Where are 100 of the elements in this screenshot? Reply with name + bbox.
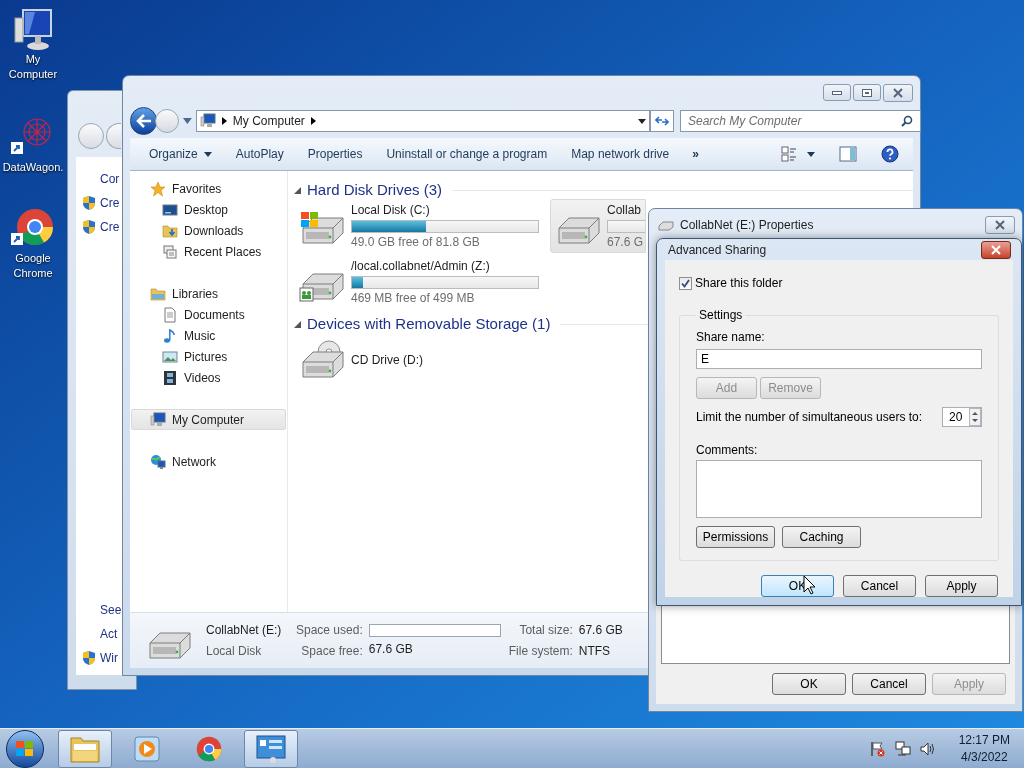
- navigation-item[interactable]: Videos: [131, 367, 286, 388]
- folder-icon: [150, 285, 166, 302]
- drive-tile[interactable]: Collab 67.6 G: [550, 199, 646, 253]
- refresh-icon: [655, 115, 670, 127]
- chevron-icon: [310, 117, 316, 125]
- drive-tile[interactable]: Local Disk (C:) 49.0 GB free of 81.8 GB: [294, 199, 544, 253]
- start-button[interactable]: [6, 729, 44, 768]
- globe-computer-icon: [150, 453, 166, 470]
- left-arrow-icon: [135, 114, 152, 128]
- navigation-item[interactable]: Downloads: [131, 220, 286, 241]
- close-button[interactable]: [985, 216, 1015, 234]
- address-bar[interactable]: My Computer: [195, 110, 651, 132]
- toolbar-button[interactable]: »: [686, 142, 705, 166]
- navigation-item[interactable]: Recent Places: [131, 241, 286, 262]
- chevron-icon: [221, 117, 227, 125]
- toolbar-button[interactable]: Map network drive: [564, 142, 677, 166]
- close-button[interactable]: [883, 84, 913, 102]
- preview-pane-icon: [839, 146, 857, 162]
- navigation-item[interactable]: My Computer: [131, 409, 286, 430]
- maximize-button[interactable]: [853, 84, 881, 101]
- toolbar-button[interactable]: Organize: [142, 142, 219, 166]
- desktop-icon-label[interactable]: DataWagon.: [2, 160, 64, 175]
- download-folder-icon: [162, 222, 178, 239]
- spinner-field[interactable]: 20: [942, 407, 982, 427]
- field-label: Share name:: [696, 329, 766, 346]
- shield-icon: [81, 219, 97, 235]
- breadcrumb[interactable]: My Computer: [232, 112, 305, 130]
- task-link[interactable]: Wir: [100, 649, 118, 667]
- computer-icon: [150, 411, 166, 428]
- window-stack-icon: [162, 243, 178, 260]
- caret-icon: [183, 118, 192, 124]
- navigation-item[interactable]: Music: [131, 325, 286, 346]
- dialog-button[interactable]: Permissions: [696, 526, 775, 548]
- refresh-button[interactable]: [650, 110, 674, 132]
- collapse-arrow-icon[interactable]: [294, 186, 301, 194]
- star-icon: [150, 180, 166, 197]
- close-icon: [994, 220, 1006, 230]
- navigation-item[interactable]: Libraries: [131, 283, 286, 304]
- check-icon: [681, 278, 690, 288]
- shield-icon: [81, 650, 97, 666]
- navigation-item[interactable]: Favorites: [131, 178, 286, 199]
- desktop-icon-label[interactable]: Google Chrome: [2, 251, 64, 281]
- film-icon: [162, 369, 178, 386]
- desktop-icon: [162, 201, 178, 218]
- clock[interactable]: 12:17 PM 4/3/2022: [958, 731, 1010, 766]
- dialog-button[interactable]: Apply: [925, 575, 998, 597]
- share-name-field[interactable]: E: [696, 349, 982, 369]
- caret-icon: [807, 151, 815, 157]
- drive-tile[interactable]: CD Drive (D:): [294, 333, 544, 387]
- checkbox-label[interactable]: Share this folder: [695, 274, 783, 292]
- flag-icon[interactable]: [869, 740, 886, 757]
- spinner-arrows-icon[interactable]: [969, 408, 981, 426]
- search-field[interactable]: Search My Computer: [680, 110, 921, 132]
- group-label: Settings: [698, 307, 744, 324]
- picture-icon: [162, 348, 178, 365]
- back-button[interactable]: [130, 107, 158, 135]
- task-link[interactable]: Cre: [100, 194, 120, 212]
- media-player-icon: [132, 733, 162, 764]
- dialog-button[interactable]: Cancel: [843, 575, 916, 597]
- task-link[interactable]: See: [100, 601, 122, 619]
- group-header[interactable]: Devices with Removable Storage (1): [307, 312, 551, 336]
- view-options-icon: [781, 146, 797, 162]
- group-header[interactable]: Hard Disk Drives (3): [307, 178, 442, 202]
- windows-logo-icon: [16, 740, 34, 757]
- dialog-button[interactable]: Cancel: [852, 673, 926, 695]
- checkbox[interactable]: [679, 276, 692, 290]
- help-icon: [881, 145, 899, 163]
- navigation-item[interactable]: Documents: [131, 304, 286, 325]
- caret-icon: [638, 118, 647, 124]
- collapse-arrow-icon[interactable]: [294, 320, 301, 328]
- control-panel-icon: [255, 733, 287, 764]
- navigation-item[interactable]: Pictures: [131, 346, 286, 367]
- navigation-item[interactable]: Network: [131, 451, 286, 472]
- dialog-button[interactable]: Caching: [782, 526, 861, 548]
- toolbar-button[interactable]: AutoPlay: [228, 142, 291, 166]
- desktop-icon-label[interactable]: My Computer: [2, 52, 64, 82]
- network-icon[interactable]: [894, 740, 911, 757]
- close-icon: [892, 88, 904, 98]
- computer-icon: [199, 113, 216, 129]
- speaker-icon[interactable]: [919, 740, 936, 757]
- drive-tile[interactable]: /local.collabnet/Admin (Z:) 469 MB free of 499 MB: [294, 255, 544, 309]
- window-title: Advanced Sharing: [668, 241, 767, 259]
- cd-drive-icon: [299, 340, 347, 380]
- dialog-button[interactable]: OK: [772, 673, 846, 695]
- close-button[interactable]: [981, 240, 1011, 259]
- toolbar-button[interactable]: Uninstall or change a program: [379, 142, 555, 166]
- navigation-item[interactable]: Desktop: [131, 199, 286, 220]
- task-link[interactable]: Act: [100, 625, 118, 643]
- taskbar-button[interactable]: [244, 729, 298, 768]
- toolbar-button[interactable]: Properties: [300, 142, 370, 166]
- taskbar-button[interactable]: [58, 729, 112, 768]
- computer-icon: [11, 8, 55, 52]
- maximize-icon: [862, 88, 872, 97]
- window-title: CollabNet (E:) Properties: [680, 217, 814, 234]
- task-link[interactable]: Cor: [100, 170, 120, 188]
- comments-field[interactable]: [696, 460, 982, 518]
- shield-icon: [81, 195, 97, 211]
- task-link[interactable]: Cre: [100, 218, 120, 236]
- music-note-icon: [162, 327, 178, 344]
- minimize-button[interactable]: [823, 84, 851, 101]
